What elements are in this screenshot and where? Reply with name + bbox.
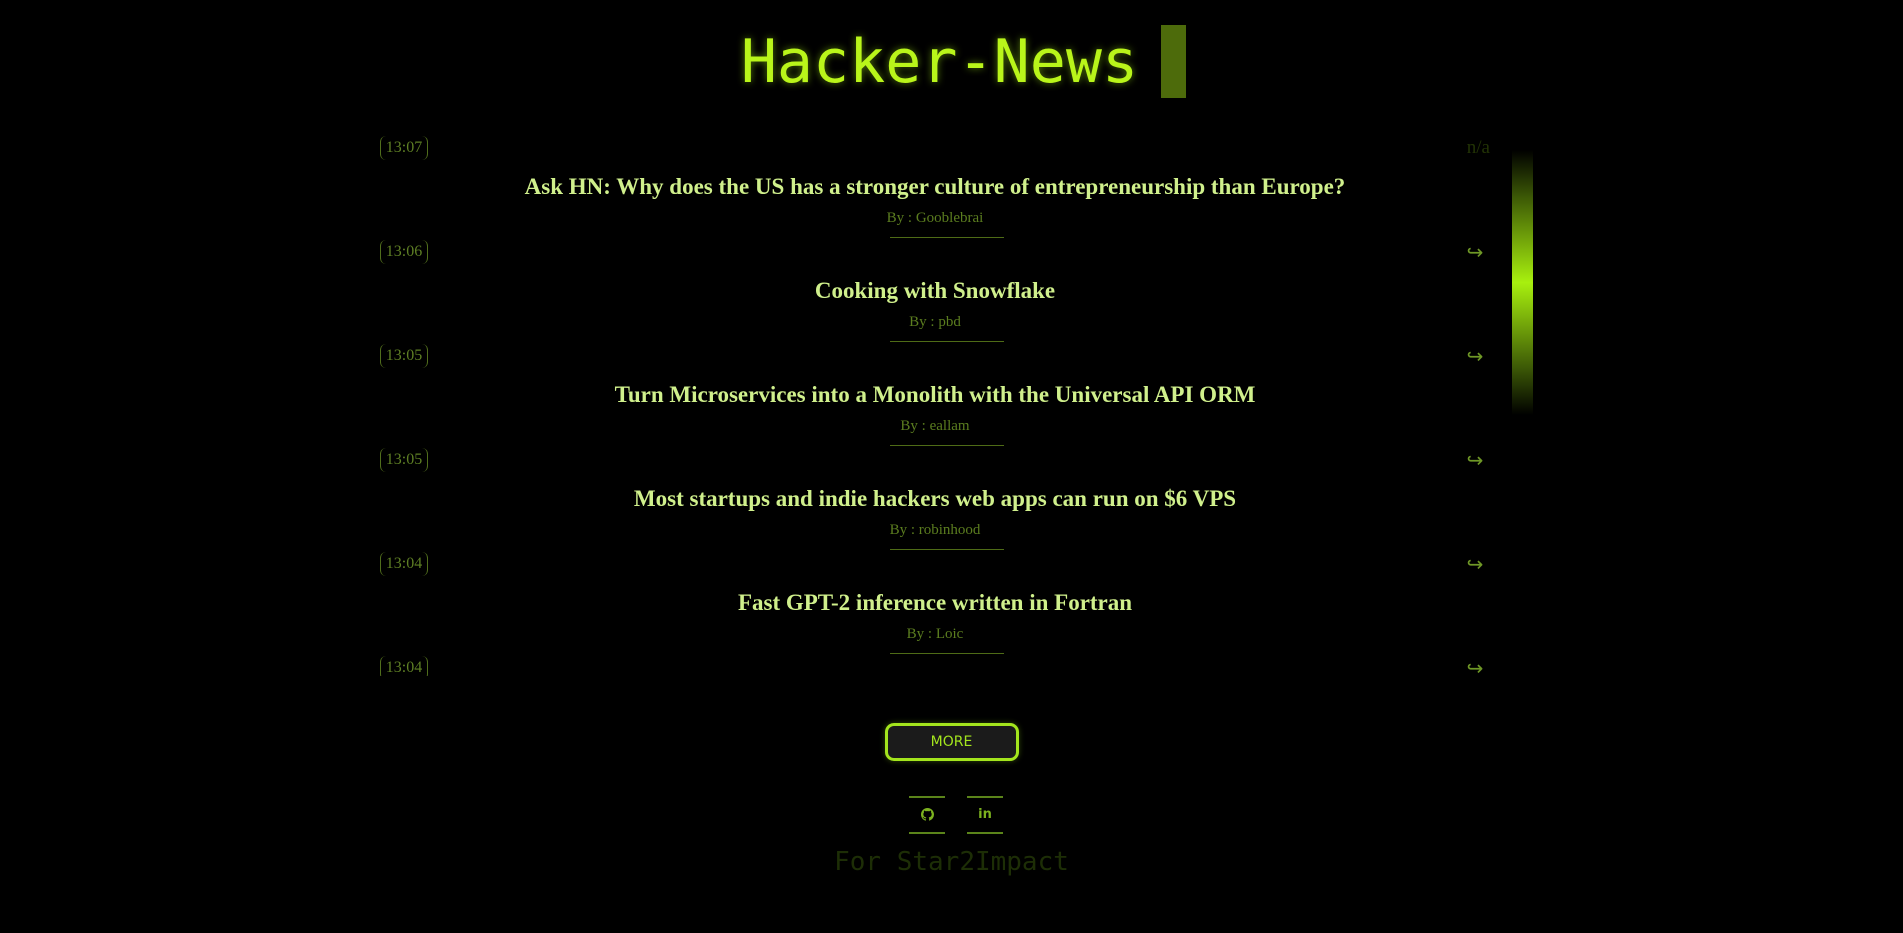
story-time: 13:04 bbox=[380, 552, 428, 576]
share-arrow-icon[interactable]: ↪ bbox=[1460, 344, 1490, 368]
story-item: 13:04 ↪ Fast GPT-2 inference written in … bbox=[380, 552, 1490, 656]
story-time: 13:05 bbox=[380, 344, 428, 368]
divider bbox=[890, 549, 1004, 550]
share-unavailable: n/a bbox=[1466, 137, 1490, 158]
story-time: 13:06 bbox=[380, 240, 428, 264]
story-item: 13:04 ↪ bbox=[380, 656, 1490, 676]
footer-note: For Star2Impact bbox=[834, 847, 1069, 877]
story-author: By : Gooblebrai bbox=[886, 210, 984, 226]
story-title-link[interactable]: Turn Microservices into a Monolith with … bbox=[380, 380, 1490, 410]
story-title-link[interactable]: Fast GPT-2 inference written in Fortran bbox=[380, 588, 1490, 618]
more-button[interactable]: MORE bbox=[884, 723, 1019, 761]
share-arrow-icon[interactable]: ↪ bbox=[1460, 552, 1490, 576]
github-icon bbox=[920, 808, 934, 821]
story-time: 13:05 bbox=[380, 448, 428, 472]
story-item: 13:07 n/a Ask HN: Why does the US has a … bbox=[380, 136, 1490, 240]
share-arrow-icon[interactable]: ↪ bbox=[1460, 240, 1490, 264]
header: Hacker-News bbox=[0, 24, 1903, 100]
story-author: By : eallam bbox=[900, 418, 970, 434]
share-arrow-icon[interactable]: ↪ bbox=[1460, 448, 1490, 472]
story-list[interactable]: 13:07 n/a Ask HN: Why does the US has a … bbox=[380, 136, 1490, 676]
story-time: 13:07 bbox=[380, 136, 428, 160]
story-item: 13:05 ↪ Most startups and indie hackers … bbox=[380, 448, 1490, 552]
divider bbox=[890, 653, 1004, 654]
social-links: in bbox=[909, 796, 1005, 834]
story-item: 13:05 ↪ Turn Microservices into a Monoli… bbox=[380, 344, 1490, 448]
story-time: 13:04 bbox=[380, 656, 428, 676]
linkedin-link[interactable]: in bbox=[967, 796, 1003, 834]
story-item: 13:06 ↪ Cooking with Snowflake By : pbd bbox=[380, 240, 1490, 344]
divider bbox=[890, 341, 1004, 342]
story-title-link[interactable]: Most startups and indie hackers web apps… bbox=[380, 484, 1490, 514]
share-arrow-icon[interactable]: ↪ bbox=[1460, 656, 1490, 676]
divider bbox=[890, 237, 1004, 238]
github-link[interactable] bbox=[909, 796, 945, 834]
story-title-link[interactable]: Ask HN: Why does the US has a stronger c… bbox=[380, 172, 1490, 202]
blinking-cursor bbox=[1161, 25, 1187, 98]
story-author: By : pbd bbox=[909, 314, 961, 330]
story-title-link[interactable]: Cooking with Snowflake bbox=[380, 276, 1490, 306]
story-author: By : Loic bbox=[906, 626, 964, 642]
divider bbox=[890, 445, 1004, 446]
linkedin-icon: in bbox=[978, 807, 992, 822]
site-title: Hacker-News bbox=[740, 27, 1139, 97]
scrollbar-thumb[interactable] bbox=[1512, 150, 1533, 415]
story-author: By : robinhood bbox=[889, 522, 981, 538]
